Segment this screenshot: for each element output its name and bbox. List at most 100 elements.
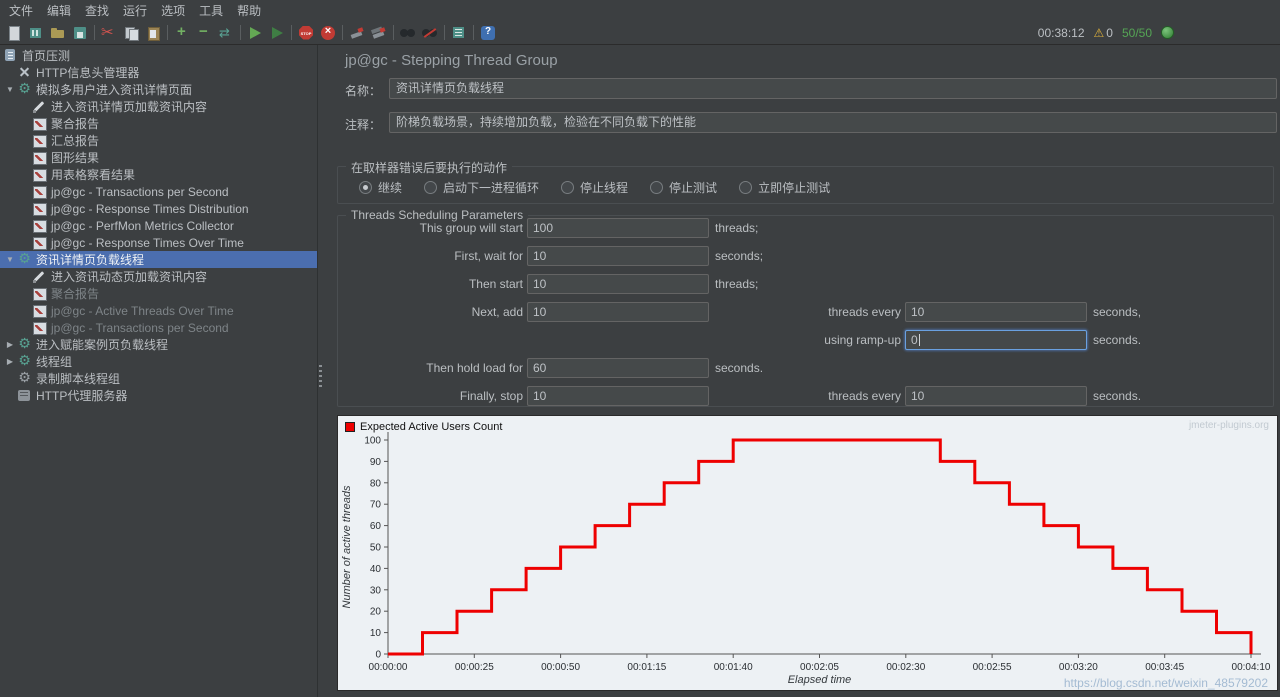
tree-item[interactable]: 汇总报告	[0, 132, 317, 149]
copy-button[interactable]	[120, 23, 142, 43]
header-icon	[17, 65, 32, 80]
clear-button[interactable]	[346, 23, 368, 43]
shutdown-button[interactable]	[317, 23, 339, 43]
listener-icon	[32, 150, 47, 165]
save-button[interactable]	[69, 23, 91, 43]
start-no-pauses-icon	[269, 25, 285, 41]
tree-item[interactable]: HTTP信息头管理器	[0, 64, 317, 81]
menu-item-2[interactable]: 查找	[78, 0, 116, 21]
tree-item[interactable]: 聚合报告	[0, 115, 317, 132]
collapse-all-button[interactable]	[193, 23, 215, 43]
scheduling-field[interactable]: 10	[527, 274, 709, 294]
search-reset-button[interactable]	[419, 23, 441, 43]
error-action-radio-3[interactable]: 停止测试	[650, 179, 717, 196]
tree-item[interactable]: 图形结果	[0, 149, 317, 166]
scheduling-field[interactable]: 10	[905, 386, 1087, 406]
scheduling-suffix: seconds.	[715, 361, 764, 375]
svg-text:100: 100	[364, 436, 381, 447]
splitter-grip-icon[interactable]	[319, 365, 322, 387]
menu-item-4[interactable]: 选项	[154, 0, 192, 21]
toolbar-separator	[393, 25, 394, 40]
svg-text:80: 80	[370, 478, 382, 489]
tree-item[interactable]: 录制脚本线程组	[0, 370, 317, 387]
svg-text:00:03:45: 00:03:45	[1145, 662, 1184, 673]
error-action-radio-2[interactable]: 停止线程	[561, 179, 628, 196]
paste-button[interactable]	[142, 23, 164, 43]
tree-item[interactable]: 用表格察看结果	[0, 166, 317, 183]
svg-text:50: 50	[370, 543, 382, 554]
menu-item-5[interactable]: 工具	[192, 0, 230, 21]
scheduling-label: First, wait for	[454, 249, 523, 263]
toggle-button[interactable]	[215, 23, 237, 43]
templates-button[interactable]	[25, 23, 47, 43]
comment-label: 注释：	[345, 118, 382, 132]
menu-item-3[interactable]: 运行	[116, 0, 154, 21]
tree-item[interactable]: 聚合报告	[0, 285, 317, 302]
start-no-pauses-button[interactable]	[266, 23, 288, 43]
radio-label: 继续	[378, 180, 403, 195]
scheduling-suffix: seconds.	[1093, 389, 1142, 403]
radio-label: 停止线程	[580, 180, 629, 195]
tree-item[interactable]: ▶ 进入赋能案例页负载线程	[0, 336, 317, 353]
comment-field[interactable]: 阶梯负载场景，持续增加负载，检验在不同负载下的性能	[389, 112, 1277, 133]
collapse-arrow-icon[interactable]: ▼	[3, 85, 17, 94]
expand-all-button[interactable]	[171, 23, 193, 43]
expand-all-icon	[174, 23, 190, 41]
tree-item[interactable]: jp@gc - Response Times Distribution	[0, 200, 317, 217]
clear-all-button[interactable]	[368, 23, 390, 43]
scheduling-field[interactable]: 10	[527, 246, 709, 266]
log-warning-indicator[interactable]: 0	[1094, 26, 1113, 40]
tree-item[interactable]: 首页压测	[0, 47, 317, 64]
radio-icon	[650, 180, 664, 194]
tree-item[interactable]: ▼ 资讯详情页负载线程	[0, 251, 317, 268]
cut-button[interactable]	[98, 23, 120, 43]
scheduling-field[interactable]: 10	[527, 386, 709, 406]
elapsed-time: 00:38:12	[1037, 25, 1085, 40]
tree-item[interactable]: jp@gc - Active Threads Over Time	[0, 302, 317, 319]
listener-icon	[32, 116, 47, 131]
collapse-arrow-icon[interactable]: ▼	[3, 255, 17, 264]
start-button[interactable]	[244, 23, 266, 43]
test-running-indicator-icon	[1161, 26, 1174, 39]
status-cluster: 00:38:12 0 50/50	[1038, 21, 1174, 44]
menu-item-0[interactable]: 文件	[2, 0, 40, 21]
warning-icon	[1094, 26, 1105, 40]
tree-item[interactable]: jp@gc - Transactions per Second	[0, 319, 317, 336]
gear-gray-icon	[17, 370, 32, 386]
tree-item[interactable]: jp@gc - Transactions per Second	[0, 183, 317, 200]
scheduling-field[interactable]: 100	[527, 218, 709, 238]
scheduling-field[interactable]: 10	[527, 302, 709, 322]
function-helper-button[interactable]	[448, 23, 470, 43]
listener-icon	[32, 184, 47, 199]
scheduling-field[interactable]: 60	[527, 358, 709, 378]
tree-item[interactable]: HTTP代理服务器	[0, 387, 317, 404]
tree-item[interactable]: 进入资讯详情页加载资讯内容	[0, 98, 317, 115]
listener-icon	[32, 235, 47, 250]
menu-item-1[interactable]: 编辑	[40, 0, 78, 21]
name-field[interactable]: 资讯详情页负载线程	[389, 78, 1277, 99]
error-action-radio-4[interactable]: 立即停止测试	[739, 179, 830, 196]
scheduling-field[interactable]: 10	[905, 302, 1087, 322]
tree-item-label: 模拟多用户进入资讯详情页面	[36, 83, 193, 97]
tree-item[interactable]: jp@gc - Response Times Over Time	[0, 234, 317, 251]
error-action-radio-1[interactable]: 启动下一进程循环	[424, 179, 539, 196]
expand-arrow-icon[interactable]: ▶	[3, 357, 17, 366]
menu-item-6[interactable]: 帮助	[230, 0, 268, 21]
expand-arrow-icon[interactable]: ▶	[3, 340, 17, 349]
open-button[interactable]	[47, 23, 69, 43]
svg-text:0: 0	[375, 650, 381, 661]
new-button[interactable]	[3, 23, 25, 43]
error-action-radio-0[interactable]: 继续	[359, 179, 402, 196]
scheduling-field-focused[interactable]: 0	[905, 330, 1087, 350]
stop-button[interactable]	[295, 23, 317, 43]
start-icon	[247, 25, 263, 41]
scheduling-suffix: threads;	[715, 221, 759, 235]
help-button[interactable]	[477, 23, 499, 43]
search-button[interactable]	[397, 23, 419, 43]
svg-text:20: 20	[370, 607, 382, 618]
tree-item[interactable]: 进入资讯动态页加载资讯内容	[0, 268, 317, 285]
tree-item[interactable]: ▼ 模拟多用户进入资讯详情页面	[0, 81, 317, 98]
csdn-watermark: https://blog.csdn.net/weixin_48579202	[1063, 676, 1268, 690]
tree-item[interactable]: ▶ 线程组	[0, 353, 317, 370]
tree-item[interactable]: jp@gc - PerfMon Metrics Collector	[0, 217, 317, 234]
